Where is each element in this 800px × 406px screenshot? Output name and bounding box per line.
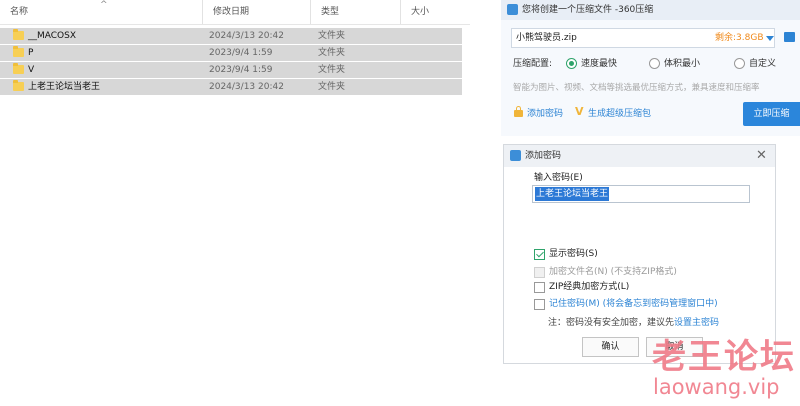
file-row[interactable]: V 2023/9/4 1:59 文件夹 <box>0 62 462 78</box>
browse-folder-icon[interactable] <box>784 32 795 42</box>
password-dialog-titlebar[interactable]: 添加密码 ✕ <box>504 145 775 167</box>
file-name: 上老王论坛当老王 <box>28 82 101 92</box>
start-compress-button[interactable]: 立即压缩 <box>743 102 800 126</box>
file-date: 2024/3/13 20:42 <box>209 82 284 92</box>
column-size[interactable]: 大小 <box>400 0 466 24</box>
compress-window-title: 您将创建一个压缩文件 -360压缩 <box>522 5 654 15</box>
file-type: 文件夹 <box>318 82 346 92</box>
show-password-label[interactable]: 显示密码(S) <box>549 247 598 261</box>
lock-icon <box>514 106 523 117</box>
column-header: 名称 ^ 修改日期 类型 大小 <box>0 0 470 25</box>
file-explorer: 名称 ^ 修改日期 类型 大小 __MACOSX 2024/3/13 20:42… <box>0 0 470 100</box>
file-row[interactable]: 上老王论坛当老王 2024/3/13 20:42 文件夹 <box>0 79 462 95</box>
remember-password-checkbox[interactable] <box>534 299 545 310</box>
option-fastest-label[interactable]: 速度最快 <box>581 57 617 71</box>
encrypt-filenames-label: 加密文件名(N) (不支持ZIP格式) <box>549 267 677 277</box>
column-date[interactable]: 修改日期 <box>202 0 310 24</box>
radio-custom[interactable] <box>734 58 745 69</box>
option-custom-label[interactable]: 自定义 <box>749 57 776 71</box>
confirm-button[interactable]: 确认 <box>582 337 639 357</box>
watermark-url: laowang.vip <box>653 375 780 399</box>
add-password-link[interactable]: 添加密码 <box>527 107 563 121</box>
sort-up-icon: ^ <box>100 0 108 10</box>
password-input[interactable]: 上老王论坛当老王 <box>532 185 750 203</box>
compress-hint: 智能为图片、视频、文档等挑选最优压缩方式，兼具速度和压缩率 <box>513 83 760 93</box>
file-name: V <box>28 65 35 75</box>
password-input-label: 输入密码(E) <box>534 173 583 183</box>
file-date: 2023/9/4 1:59 <box>209 48 273 58</box>
file-name: __MACOSX <box>28 31 77 41</box>
compress-config-label: 压缩配置: <box>513 59 553 69</box>
super-compress-icon: V <box>575 105 584 118</box>
file-date: 2023/9/4 1:59 <box>209 65 273 75</box>
folder-icon <box>13 46 24 57</box>
folder-icon <box>13 29 24 40</box>
archive-filename: 小熊驾驶员.zip <box>516 33 577 43</box>
archive-app-icon <box>507 4 518 15</box>
file-type: 文件夹 <box>318 48 346 58</box>
show-password-checkbox[interactable] <box>534 249 545 260</box>
radio-fastest[interactable] <box>566 58 577 69</box>
security-note-text: 注：密码没有安全加密，建议先 <box>548 318 675 328</box>
file-type: 文件夹 <box>318 31 346 41</box>
chevron-down-icon[interactable] <box>766 36 774 41</box>
remember-password-label[interactable]: 记住密码(M) (将会备忘到密码管理窗口中) <box>549 297 718 311</box>
file-date: 2024/3/13 20:42 <box>209 31 284 41</box>
compress-window: 您将创建一个压缩文件 -360压缩 小熊驾驶员.zip 剩余:3.8GB 压缩配… <box>501 0 800 136</box>
encrypt-filenames-checkbox[interactable] <box>534 267 545 278</box>
compress-titlebar[interactable]: 您将创建一个压缩文件 -360压缩 <box>501 0 800 20</box>
zip-classic-label[interactable]: ZIP经典加密方式(L) <box>549 280 629 294</box>
file-type: 文件夹 <box>318 65 346 75</box>
file-list: __MACOSX 2024/3/13 20:42 文件夹 P 2023/9/4 … <box>0 28 462 96</box>
archive-filename-field[interactable]: 小熊驾驶员.zip 剩余:3.8GB <box>511 28 775 48</box>
folder-icon <box>13 63 24 74</box>
password-dialog-title: 添加密码 <box>525 151 562 161</box>
radio-smallest[interactable] <box>649 58 660 69</box>
password-dialog: 添加密码 ✕ 输入密码(E) 上老王论坛当老王 显示密码(S) 加密文件名(N)… <box>503 144 776 364</box>
password-value: 上老王论坛当老王 <box>535 187 610 201</box>
column-type[interactable]: 类型 <box>310 0 400 24</box>
watermark-logo: 老王论坛 <box>652 337 796 377</box>
file-name: P <box>28 48 34 58</box>
security-note: 注：密码没有安全加密，建议先设置主密码 <box>548 316 719 330</box>
file-row[interactable]: __MACOSX 2024/3/13 20:42 文件夹 <box>0 28 462 44</box>
free-space-label: 剩余:3.8GB <box>715 33 764 43</box>
zip-classic-checkbox[interactable] <box>534 282 545 293</box>
set-master-password-link[interactable]: 设置主密码 <box>674 318 719 328</box>
dialog-app-icon <box>510 150 521 161</box>
folder-icon <box>13 80 24 91</box>
file-row[interactable]: P 2023/9/4 1:59 文件夹 <box>0 45 462 61</box>
super-compress-link[interactable]: 生成超级压缩包 <box>588 107 651 121</box>
option-smallest-label[interactable]: 体积最小 <box>664 57 700 71</box>
close-icon[interactable]: ✕ <box>756 145 767 167</box>
